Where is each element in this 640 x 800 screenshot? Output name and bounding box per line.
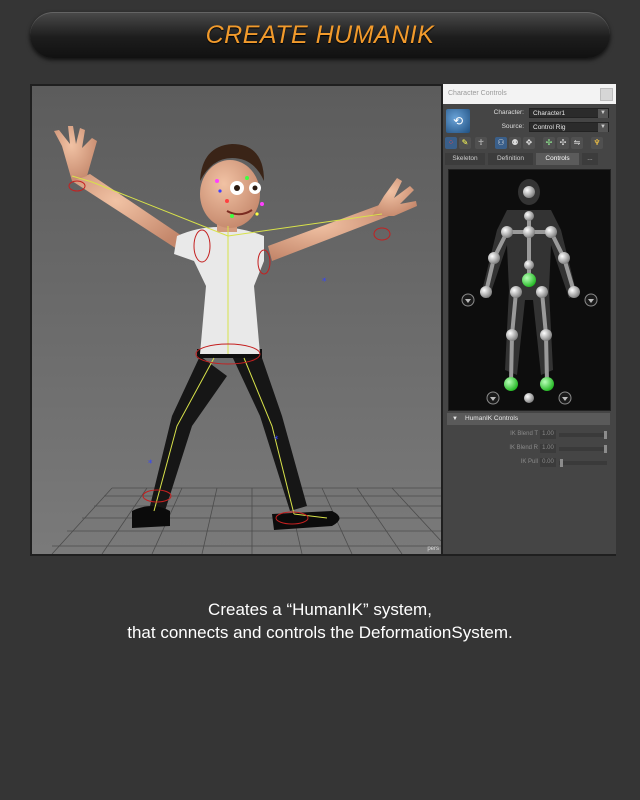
mirror-icon[interactable]: ⇋ [571, 137, 583, 149]
slider-label: IK Blend T [510, 431, 538, 437]
source-row: Source: Control Rig ▼ [443, 122, 614, 133]
svg-text:*: * [274, 435, 279, 445]
character-controls-panel: Character Controls ⟲ Character: Characte… [443, 84, 616, 554]
camera-label: pers [427, 546, 439, 552]
move-icon[interactable]: ✥ [523, 137, 535, 149]
caption-line-1: Creates a “HumanIK” system, [208, 600, 432, 619]
character-value: Character1 [533, 110, 566, 117]
section-title: HumanIK Controls [465, 415, 519, 422]
slider-track[interactable] [559, 447, 607, 451]
screenshot-frame: * * * pers Character Controls ⟲ Characte… [30, 84, 616, 556]
slider-label: IK Blend R [509, 445, 538, 451]
caption: Creates a “HumanIK” system, that connect… [0, 598, 640, 644]
slider-handle[interactable] [604, 431, 607, 439]
slider-label: IK Pull [520, 459, 538, 465]
body-part-icon[interactable]: ⚉ [509, 137, 521, 149]
chevron-down-icon: ▼ [598, 109, 608, 118]
character-label: Character: [493, 109, 524, 116]
svg-text:*: * [148, 459, 153, 469]
slider-value-field[interactable]: 0.00 [540, 458, 556, 467]
slider-value-field[interactable]: 1.00 [540, 430, 556, 439]
pin-translation-icon[interactable]: ✢ [543, 137, 555, 149]
svg-text:*: * [322, 277, 327, 287]
humanik-controls-section[interactable]: ▼ HumanIK Controls [447, 413, 610, 425]
source-label: Source: [501, 123, 524, 130]
slider-handle[interactable] [560, 459, 563, 467]
panel-title: Character Controls [448, 90, 507, 97]
slider-handle[interactable] [604, 445, 607, 453]
ik-blend-r-row: IK Blend R 1.00 [447, 443, 610, 455]
rig-figure [461, 179, 598, 405]
pin-rotation-icon[interactable]: ✣ [557, 137, 569, 149]
tab-definition[interactable]: Definition [488, 153, 533, 165]
slider-track[interactable] [559, 461, 607, 465]
rig-expand-arrows [465, 299, 594, 401]
viewport-3d[interactable]: * * * pers [32, 86, 441, 554]
scene-illustration: * * * [32, 86, 441, 554]
stance-icon[interactable]: ☥ [475, 137, 487, 149]
rig-expand-icons [461, 293, 598, 405]
character-dropdown[interactable]: Character1 ▼ [529, 108, 609, 118]
slider-track[interactable] [559, 433, 607, 437]
ik-pull-row: IK Pull 0.00 [447, 457, 610, 469]
edit-pin-icon[interactable]: ✎ [459, 137, 471, 149]
title-banner: CREATE HUMANIK [30, 12, 610, 58]
tab-more[interactable]: ... [582, 153, 598, 165]
source-dropdown[interactable]: Control Rig ▼ [529, 122, 609, 132]
slider-value-field[interactable]: 1.00 [540, 444, 556, 453]
collapse-arrow-icon: ▼ [452, 416, 458, 422]
tab-skeleton[interactable]: Skeleton [445, 153, 485, 165]
panel-close-button[interactable] [600, 88, 613, 101]
character-row: Character: Character1 ▼ [443, 108, 614, 119]
source-value: Control Rig [533, 124, 566, 131]
tab-controls[interactable]: Controls [536, 153, 579, 165]
select-body-icon[interactable]: ⚇ [495, 137, 507, 149]
key-icon[interactable]: ♆ [591, 137, 603, 149]
full-body-icon[interactable]: ⁘ [445, 137, 457, 149]
control-rig-view[interactable] [448, 169, 611, 411]
caption-line-2: that connects and controls the Deformati… [127, 623, 513, 642]
page-title: CREATE HUMANIK [205, 20, 435, 49]
ik-blend-t-row: IK Blend T 1.00 [447, 429, 610, 441]
chevron-down-icon: ▼ [598, 123, 608, 132]
panel-header: Character Controls [443, 84, 616, 104]
tab-bar: Skeleton Definition Controls ... [445, 153, 614, 165]
